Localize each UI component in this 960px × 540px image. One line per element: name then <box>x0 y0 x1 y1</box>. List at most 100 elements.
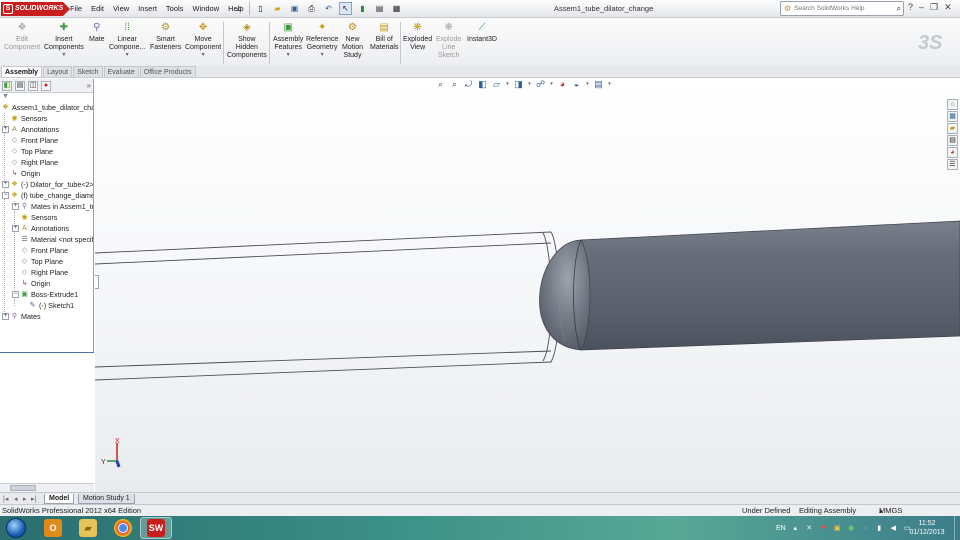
display-style-icon[interactable]: ◨ <box>513 79 524 90</box>
dropdown-icon[interactable]: ▾ <box>549 79 554 90</box>
panel-splitter-handle[interactable] <box>95 275 99 289</box>
property-manager-tab-icon[interactable]: ▤ <box>15 81 25 91</box>
expand-icon[interactable]: + <box>2 126 9 133</box>
panel-more-icon[interactable]: » <box>87 81 91 90</box>
dropdown-icon[interactable]: ▾ <box>287 52 290 58</box>
collapse-icon[interactable]: − <box>2 192 9 199</box>
menu-view[interactable]: View <box>113 4 129 13</box>
dropdown-icon[interactable]: ▾ <box>585 79 590 90</box>
tree-root-assembly[interactable]: ❖ Assem1_tube_dilator_change <box>0 102 93 113</box>
file-properties-icon[interactable]: ▤ <box>373 2 386 15</box>
bill-of-materials-button[interactable]: ▤ Bill of Materials <box>370 21 398 52</box>
section-view-icon[interactable]: ◧ <box>477 79 488 90</box>
sync-icon[interactable]: ◌ <box>861 524 870 533</box>
menu-window[interactable]: Window <box>192 4 219 13</box>
feature-manager-tab-icon[interactable]: ◧ <box>2 81 12 91</box>
expand-icon[interactable]: + <box>2 181 9 188</box>
tree-item-mates-in-assembly[interactable]: + ⚲ Mates in Assem1_tube <box>0 201 93 212</box>
help-icon[interactable]: ? <box>908 2 913 13</box>
solidworks-resources-icon[interactable]: ⌂ <box>947 99 958 110</box>
view-palette-icon[interactable]: ▤ <box>947 135 958 146</box>
clock[interactable]: 11:52 01/12/2013 <box>902 519 952 537</box>
viewport-minimize-icon[interactable]: – <box>919 79 923 80</box>
tab-motion-study-1[interactable]: Motion Study 1 <box>78 494 135 504</box>
restore-icon[interactable]: ❐ <box>930 2 938 13</box>
taskbar-solidworks[interactable]: SW <box>140 517 172 539</box>
options-icon[interactable]: ▦ <box>390 2 403 15</box>
appearances-icon[interactable]: ◕ <box>947 147 958 158</box>
tree-item-mates[interactable]: + ⚲ Mates <box>0 311 93 322</box>
dropdown-icon[interactable]: ▾ <box>126 52 129 58</box>
tree-item-material[interactable]: ☰ Material <not specified> <box>0 234 93 245</box>
menu-insert[interactable]: Insert <box>138 4 157 13</box>
viewport-tile-icon[interactable]: ▣ <box>909 79 916 80</box>
tree-item-dilator-component[interactable]: + ❖ (-) Dilator_for_tube<2> <box>0 179 93 190</box>
new-motion-study-button[interactable]: ⚙ New Motion Study <box>342 21 363 60</box>
language-indicator[interactable]: EN <box>776 525 786 532</box>
filter-icon[interactable]: ▼ <box>0 93 93 102</box>
tree-item-annotations[interactable]: + A Annotations <box>0 223 93 234</box>
tab-sketch[interactable]: Sketch <box>73 66 103 77</box>
smart-fasteners-button[interactable]: ⚙ Smart Fasteners <box>150 21 181 52</box>
new-document-icon[interactable]: ▯ <box>254 2 267 15</box>
instant3d-button[interactable]: ⟋ Instant3D <box>467 21 497 44</box>
tree-item-sketch[interactable]: ✎ (-) Sketch1 <box>0 300 93 311</box>
tree-item-tube-component[interactable]: − ❖ (f) tube_change_diameter <box>0 190 93 201</box>
print-icon[interactable]: ⎙ <box>305 2 318 15</box>
help-search-input[interactable] <box>794 5 883 12</box>
tree-item-sensors[interactable]: ◉ Sensors <box>0 212 93 223</box>
tree-item-right-plane[interactable]: ◇ Right Plane <box>0 267 93 278</box>
apply-scene-icon[interactable]: ◒ <box>571 79 582 90</box>
tree-item-front-plane[interactable]: ◇ Front Plane <box>0 245 93 256</box>
close-icon[interactable]: ✕ <box>944 2 952 13</box>
tree-item-top-plane[interactable]: ◇ Top Plane <box>0 146 93 157</box>
expand-icon[interactable]: + <box>2 313 9 320</box>
reference-geometry-button[interactable]: ✦ Reference Geometry ▾ <box>306 21 338 58</box>
dropdown-icon[interactable]: ▾ <box>321 52 324 58</box>
tree-horizontal-scrollbar[interactable] <box>0 483 94 492</box>
viewport-restore-icon[interactable]: ❐ <box>927 79 933 80</box>
search-icon[interactable]: ⌕ <box>897 4 901 14</box>
edit-component-button[interactable]: ❖ Edit Component <box>4 21 40 52</box>
rebuild-icon[interactable]: ▮ <box>356 2 369 15</box>
dropdown-icon[interactable]: ▾ <box>62 52 65 58</box>
taskbar-chrome[interactable] <box>107 517 139 539</box>
menu-tools[interactable]: Tools <box>166 4 184 13</box>
pin-icon[interactable]: ⊿ <box>232 2 245 15</box>
tree-item-front-plane[interactable]: ◇ Front Plane <box>0 135 93 146</box>
view-orientation-icon[interactable]: ▱ <box>491 79 502 90</box>
configuration-manager-tab-icon[interactable]: ◫ <box>28 81 38 91</box>
explode-line-sketch-button[interactable]: ❋ Explode Line Sketch <box>436 21 461 60</box>
linear-component-pattern-button[interactable]: ⁞⁞ Linear Compone... ▾ <box>109 21 145 58</box>
flag-icon[interactable]: ⚑ <box>819 524 828 533</box>
last-tab-icon[interactable]: ▸| <box>31 495 36 503</box>
first-tab-icon[interactable]: |◂ <box>3 495 8 503</box>
security-icon[interactable]: ◉ <box>847 524 856 533</box>
display-manager-tab-icon[interactable]: ● <box>41 81 51 91</box>
tab-evaluate[interactable]: Evaluate <box>103 66 139 77</box>
design-library-icon[interactable]: ▦ <box>947 111 958 122</box>
previous-view-icon[interactable]: ⤾ <box>463 79 474 90</box>
tree-item-right-plane[interactable]: ◇ Right Plane <box>0 157 93 168</box>
network-warning-icon[interactable]: ✕ <box>805 524 814 533</box>
dropdown-icon[interactable]: ▾ <box>527 79 532 90</box>
updates-icon[interactable]: ▣ <box>833 524 842 533</box>
menu-edit[interactable]: Edit <box>91 4 104 13</box>
dropdown-icon[interactable]: ▾ <box>505 79 510 90</box>
help-search-box[interactable]: ⚙ ⌕ <box>780 1 904 16</box>
previous-tab-icon[interactable]: ◂ <box>14 495 18 503</box>
zoom-to-area-icon[interactable]: ⌕ <box>449 79 460 90</box>
tube-transparent-body[interactable] <box>95 231 560 381</box>
next-tab-icon[interactable]: ▸ <box>23 495 27 503</box>
scrollbar-thumb[interactable] <box>10 485 36 491</box>
hide-show-items-icon[interactable]: ☍ <box>535 79 546 90</box>
tree-item-origin[interactable]: ↳ Origin <box>0 168 93 179</box>
graphics-area[interactable]: ⌕ ⌕ ⤾ ◧ ▱ ▾ ◨ ▾ ☍ ▾ ◕ ◒ ▾ ▤ ▾ ▣ ▣ – ❐ ✕ … <box>95 79 960 492</box>
taskbar-outlook[interactable]: O <box>37 517 69 539</box>
dropdown-icon[interactable]: ▾ <box>607 79 612 90</box>
tree-item-sensors[interactable]: ◉ Sensors <box>0 113 93 124</box>
tab-office-products[interactable]: Office Products <box>139 66 196 77</box>
tree-item-top-plane[interactable]: ◇ Top Plane <box>0 256 93 267</box>
view-settings-icon[interactable]: ▤ <box>593 79 604 90</box>
collapse-icon[interactable]: − <box>12 291 19 298</box>
